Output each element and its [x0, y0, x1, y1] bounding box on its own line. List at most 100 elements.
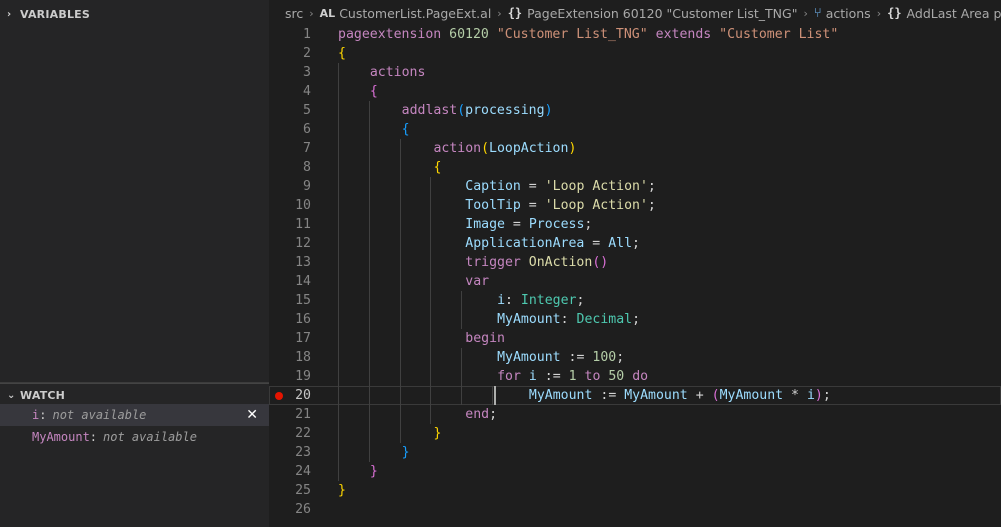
line-number: 8 — [303, 160, 311, 175]
indent-guide — [368, 101, 370, 120]
line-number: 13 — [295, 255, 311, 270]
line-number: 25 — [295, 483, 311, 498]
indent-guide — [461, 310, 463, 329]
code-line[interactable]: 19 for i := 1 to 50 do — [269, 367, 1001, 386]
breadcrumb-folder[interactable]: src — [285, 6, 303, 21]
code-line[interactable]: 8 { — [269, 158, 1001, 177]
code-line[interactable]: 13 trigger OnAction() — [269, 253, 1001, 272]
code-line[interactable]: 10 ToolTip = 'Loop Action'; — [269, 196, 1001, 215]
line-number: 16 — [295, 312, 311, 327]
symbol-tree-icon: ⑂ — [813, 5, 822, 21]
indent-guide — [368, 139, 370, 158]
code-line[interactable]: 3 actions — [269, 63, 1001, 82]
breadcrumb: src › AL CustomerList.PageExt.al › {} Pa… — [269, 0, 1001, 26]
close-icon[interactable]: ✕ — [246, 407, 258, 423]
indent-guide — [338, 348, 339, 367]
code-text: trigger OnAction() — [465, 255, 609, 270]
line-number: 23 — [295, 445, 311, 460]
indent-guide — [338, 405, 339, 424]
code-line[interactable]: 11 Image = Process; — [269, 215, 1001, 234]
code-line[interactable]: 14 var — [269, 272, 1001, 291]
code-line[interactable]: 4 { — [269, 82, 1001, 101]
code-line[interactable]: 21 end; — [269, 405, 1001, 424]
watch-item-value: not available — [103, 430, 197, 444]
code-line[interactable]: 7 action(LoopAction) — [269, 139, 1001, 158]
watch-item-colon: : — [89, 430, 98, 444]
code-line[interactable]: 24 } — [269, 462, 1001, 481]
code-line[interactable]: 25} — [269, 481, 1001, 500]
code-text: Caption = 'Loop Action'; — [465, 179, 656, 194]
indent-guide — [430, 310, 432, 329]
chevron-right-icon: › — [7, 8, 12, 20]
indent-guide — [399, 424, 401, 443]
code-line[interactable]: 5 addlast(processing) — [269, 101, 1001, 120]
indent-guide — [430, 291, 432, 310]
braces-icon: {} — [887, 6, 902, 20]
indent-guide — [368, 272, 370, 291]
indent-guide — [368, 234, 370, 253]
code-line[interactable]: 22 } — [269, 424, 1001, 443]
line-number: 1 — [303, 27, 311, 42]
code-line[interactable]: 18 MyAmount := 100; — [269, 348, 1001, 367]
line-number: 19 — [295, 369, 311, 384]
breadcrumb-folder-label: src — [285, 5, 304, 21]
code-text: begin — [465, 331, 505, 346]
chevron-right-icon: › — [497, 6, 502, 20]
code-text: MyAmount := 100; — [497, 350, 625, 365]
indent-guide — [338, 139, 339, 158]
indent-guide — [338, 158, 339, 177]
indent-guide — [338, 177, 339, 196]
indent-guide — [461, 291, 463, 310]
line-number: 2 — [303, 46, 311, 61]
indent-guide — [338, 272, 339, 291]
code-text: } — [401, 445, 410, 460]
watch-item[interactable]: MyAmount: not available — [0, 426, 269, 448]
variables-title: VARIABLES — [20, 7, 90, 21]
line-number: 15 — [295, 293, 311, 308]
indent-guide — [399, 196, 401, 215]
code-line[interactable]: 15 i: Integer; — [269, 291, 1001, 310]
line-number: 6 — [303, 122, 311, 137]
indent-guide — [338, 63, 339, 82]
code-line[interactable]: 26 — [269, 500, 1001, 519]
code-line[interactable]: 6 { — [269, 120, 1001, 139]
line-number: 14 — [295, 274, 311, 289]
code-line[interactable]: 16 MyAmount: Decimal; — [269, 310, 1001, 329]
indent-guide — [399, 272, 401, 291]
code-line[interactable]: 20 MyAmount := MyAmount + (MyAmount * i)… — [269, 386, 1001, 405]
code-line[interactable]: 1 pageextension 60120 "Customer List_TNG"… — [269, 25, 1001, 44]
code-line[interactable]: 9 Caption = 'Loop Action'; — [269, 177, 1001, 196]
indent-guide — [399, 405, 401, 424]
indent-guide — [338, 367, 339, 386]
indent-guide — [338, 386, 339, 405]
code-editor[interactable]: src › AL CustomerList.PageExt.al › {} Pa… — [269, 0, 1001, 527]
code-text: action(LoopAction) — [433, 141, 577, 156]
code-text: MyAmount := MyAmount + (MyAmount * i); — [528, 388, 831, 403]
indent-guide — [399, 177, 401, 196]
watch-section-header[interactable]: ⌄ WATCH — [0, 383, 269, 406]
breadcrumb-actions[interactable]: ⑂ actions — [814, 6, 871, 21]
line-number: 3 — [303, 65, 311, 80]
code-text: { — [338, 46, 346, 61]
breadcrumb-file[interactable]: AL CustomerList.PageExt.al — [320, 6, 492, 21]
code-line[interactable]: 2{ — [269, 44, 1001, 63]
indent-guide — [461, 348, 463, 367]
code-text: addlast(processing) — [401, 103, 553, 118]
breadcrumb-pageextension[interactable]: {} PageExtension 60120 "Customer List_TN… — [508, 6, 798, 21]
line-number: 12 — [295, 236, 311, 251]
indent-guide — [492, 386, 493, 405]
chevron-right-icon: › — [876, 6, 882, 20]
indent-guide — [338, 310, 339, 329]
indent-guide — [368, 348, 370, 367]
line-number: 5 — [303, 103, 311, 118]
variables-section-header[interactable]: › VARIABLES — [0, 3, 269, 25]
indent-guide — [430, 367, 432, 386]
code-line[interactable]: 17 begin — [269, 329, 1001, 348]
breadcrumb-addlast[interactable]: {} AddLast Area processing — [887, 6, 1001, 21]
code-line[interactable]: 12 ApplicationArea = All; — [269, 234, 1001, 253]
indent-guide — [399, 158, 401, 177]
code-text: ToolTip = 'Loop Action'; — [465, 198, 656, 213]
watch-item[interactable]: i: not available ✕ — [0, 404, 269, 426]
code-text: actions — [369, 65, 426, 80]
code-line[interactable]: 23 } — [269, 443, 1001, 462]
